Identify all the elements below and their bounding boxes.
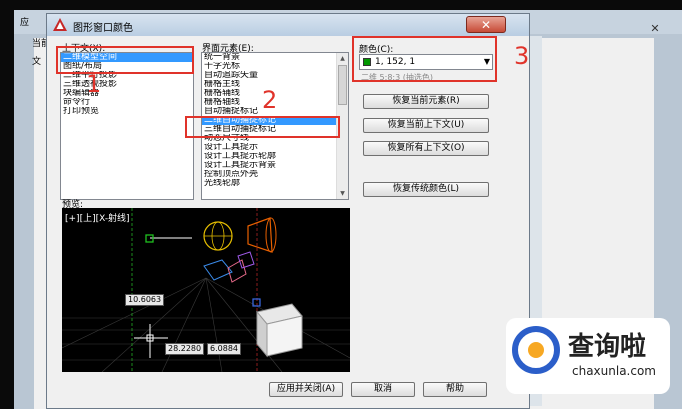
annotation-number-1: 1 xyxy=(86,70,102,98)
restore-classic-colors-button[interactable]: 恢复传统颜色(L) xyxy=(363,182,489,197)
annotation-box-3 xyxy=(352,36,497,82)
interface-element-item[interactable]: 设计工具提示背景 xyxy=(202,161,348,170)
spotlight-icon xyxy=(247,217,273,253)
annotation-number-3: 3 xyxy=(514,42,530,70)
context-item[interactable]: 打印预览 xyxy=(61,107,193,116)
scroll-up-icon[interactable]: ▲ xyxy=(337,53,348,64)
dynamic-dimension-1: 10.6063 xyxy=(125,294,165,306)
help-button[interactable]: 帮助 xyxy=(423,382,487,397)
preview-viewport: [+][上][X-射线] 10.6063 28.2280 6.0884 xyxy=(62,208,350,372)
watermark: 查询啦 chaxunla.com xyxy=(506,318,670,394)
dialog-titlebar[interactable]: 图形窗口颜色 ✕ xyxy=(47,14,529,36)
viewport-label[interactable]: [+][上][X-射线] xyxy=(65,211,130,224)
context-item[interactable]: 三维透视投影 xyxy=(61,80,193,89)
annotation-box-2 xyxy=(185,116,340,138)
close-button[interactable]: ✕ xyxy=(466,16,506,33)
interface-element-item[interactable]: 十字光标 xyxy=(202,62,348,71)
context-listbox[interactable]: 二维模型空间 图纸/布局 三维平行投影 三维透视投影 块编辑器 命令行 打印预览 xyxy=(60,52,194,200)
perspective-grid xyxy=(62,277,350,372)
interface-element-item[interactable]: 设计工具提示 xyxy=(202,143,348,152)
dynamic-dimension-3: 6.0884 xyxy=(207,343,241,355)
camera-icon xyxy=(203,259,233,281)
scroll-thumb[interactable] xyxy=(338,65,347,105)
interface-element-item[interactable]: 统一背景 xyxy=(202,53,348,62)
background-side-label: 文 xyxy=(32,57,42,67)
apply-and-close-button[interactable]: 应用并关闭(A) xyxy=(269,382,343,397)
interface-element-item[interactable]: 光线轮廓 xyxy=(202,179,348,188)
preview-scene xyxy=(62,208,350,372)
restore-current-element-button[interactable]: 恢复当前元素(R) xyxy=(363,94,489,109)
interface-element-item[interactable]: 设计工具提示轮廓 xyxy=(202,152,348,161)
context-item[interactable]: 块编辑器 xyxy=(61,89,193,98)
background-close-icon[interactable]: ✕ xyxy=(648,22,662,36)
autocad-app-icon xyxy=(53,18,67,31)
context-item[interactable]: 命令行 xyxy=(61,98,193,107)
scroll-down-icon[interactable]: ▼ xyxy=(337,188,348,199)
restore-all-contexts-button[interactable]: 恢复所有上下文(O) xyxy=(363,141,489,156)
dialog-title: 图形窗口颜色 xyxy=(73,23,133,34)
annotation-box-1 xyxy=(56,46,194,74)
dynamic-dimension-2: 28.2280 xyxy=(165,343,205,355)
watermark-domain: chaxunla.com xyxy=(572,364,656,378)
watermark-logo-icon xyxy=(512,326,560,374)
annotation-number-2: 2 xyxy=(262,86,278,114)
cancel-button[interactable]: 取消 xyxy=(351,382,415,397)
interface-element-item[interactable]: 自动追踪矢量 xyxy=(202,71,348,80)
watermark-text: 查询啦 xyxy=(568,332,647,362)
close-icon: ✕ xyxy=(480,18,492,32)
interface-element-item[interactable]: 控制顶点外壳 xyxy=(202,170,348,179)
restore-current-context-button[interactable]: 恢复当前上下文(U) xyxy=(363,118,489,133)
background-window-title: 应 xyxy=(20,18,30,28)
